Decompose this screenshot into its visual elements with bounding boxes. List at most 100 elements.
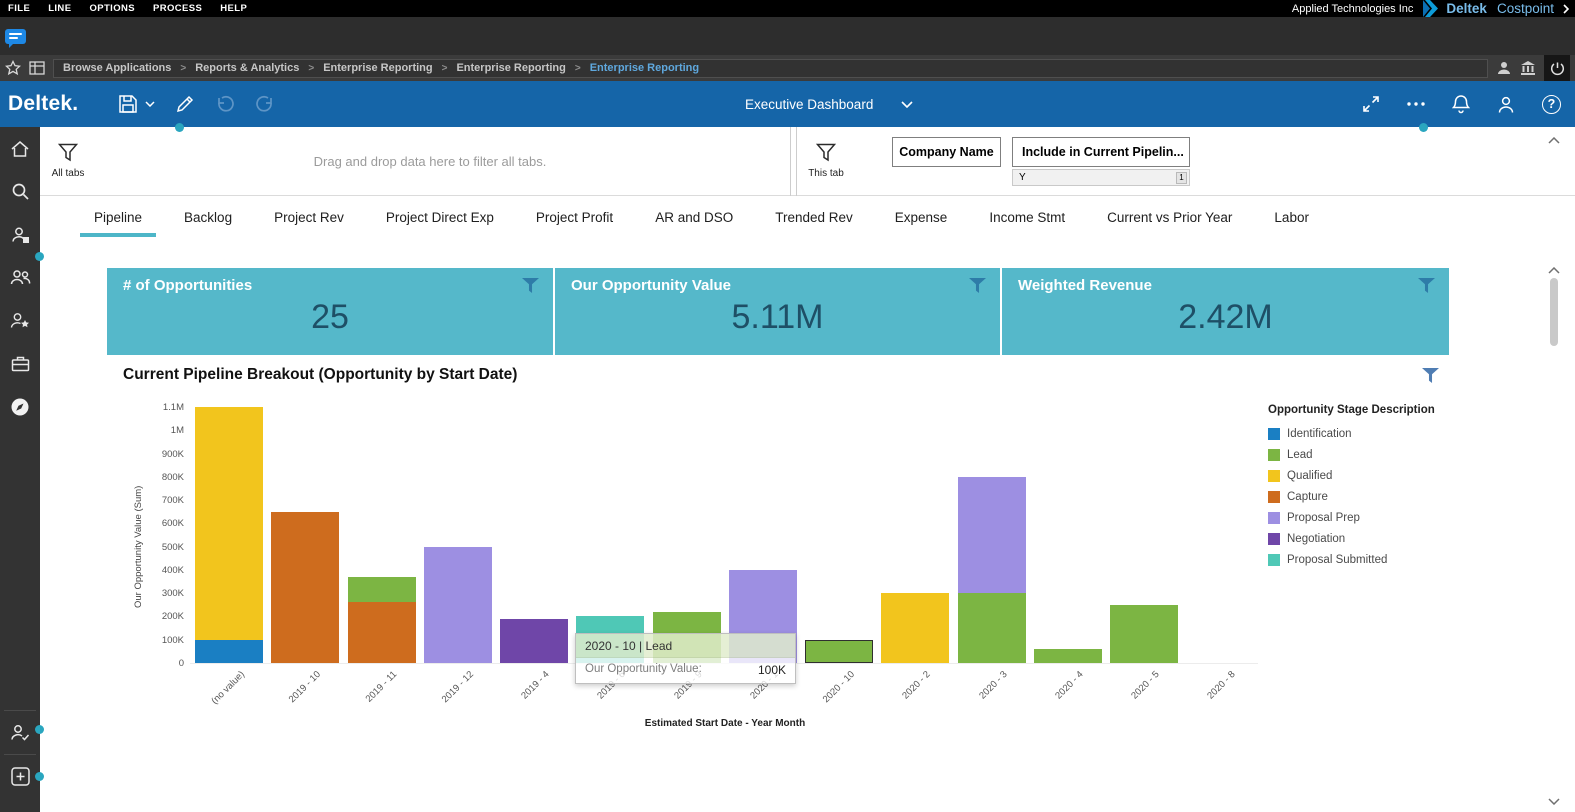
undo-button[interactable] (215, 95, 235, 113)
tab-project-profit[interactable]: Project Profit (522, 196, 627, 240)
scroll-up-mini-button[interactable] (1547, 133, 1561, 147)
edit-pencil-button[interactable] (175, 94, 195, 114)
menu-help[interactable]: HELP (220, 3, 247, 14)
legend-item-lead[interactable]: Lead (1268, 444, 1478, 465)
bar-2020-3-proposal-prep[interactable] (958, 477, 1026, 593)
x-tick-label: 2019 - 4 (519, 669, 551, 701)
this-tab-filter-icon[interactable] (816, 143, 836, 167)
breadcrumb-bar: Browse Applications>Reports & Analytics>… (0, 55, 1575, 81)
menu-process[interactable]: PROCESS (153, 3, 202, 14)
legend-item-negotiation[interactable]: Negotiation (1268, 528, 1478, 549)
menu-file[interactable]: FILE (8, 3, 30, 14)
legend-item-proposal-submitted[interactable]: Proposal Submitted (1268, 549, 1478, 570)
breadcrumb-separator: > (308, 63, 314, 74)
bar-2019-12-proposal-prep[interactable] (424, 547, 492, 663)
help-icon[interactable]: ? (1542, 95, 1561, 114)
user-star-icon[interactable] (0, 299, 40, 342)
y-axis-tick: 800K (118, 472, 184, 483)
bar-2020-10-lead[interactable] (805, 640, 873, 663)
tab-project-direct-exp[interactable]: Project Direct Exp (372, 196, 508, 240)
tab-backlog[interactable]: Backlog (170, 196, 246, 240)
organization-icon[interactable] (1520, 61, 1536, 76)
legend-items: IdentificationLeadQualifiedCapturePropos… (1268, 423, 1478, 570)
breadcrumb-item[interactable]: Enterprise Reporting (323, 62, 432, 74)
expand-icon[interactable] (1362, 95, 1380, 113)
breadcrumb-current: Enterprise Reporting (590, 62, 699, 74)
notifications-bell-icon[interactable] (1452, 94, 1470, 114)
teal-indicator-dot[interactable] (175, 123, 184, 132)
kpi-filter-icon[interactable] (522, 278, 539, 293)
more-options-icon[interactable] (1407, 102, 1425, 106)
filter-value-chip[interactable]: Y 1 (1012, 169, 1190, 186)
dashboard-selector[interactable]: Executive Dashboard (745, 81, 913, 127)
teal-indicator-dot[interactable] (35, 772, 44, 781)
user-check-icon[interactable] (0, 711, 40, 754)
scroll-up-button[interactable] (1547, 263, 1561, 277)
bar-2019-10-capture[interactable] (271, 512, 339, 663)
bar-2020-2-qualified[interactable] (881, 593, 949, 663)
search-icon[interactable] (0, 170, 40, 213)
menu-options[interactable]: OPTIONS (89, 3, 135, 14)
brand-costpoint: Costpoint (1497, 1, 1554, 16)
tooltip-body: Our Opportunity Value: 100K (576, 658, 795, 683)
tab-income-stmt[interactable]: Income Stmt (975, 196, 1079, 240)
teal-indicator-dot[interactable] (1419, 123, 1428, 132)
apps-grid-icon[interactable] (29, 61, 45, 75)
breadcrumb-item[interactable]: Browse Applications (63, 62, 171, 74)
filter-chip-include-pipeline[interactable]: Include in Current Pipelin... (1012, 137, 1190, 167)
chevron-right-icon[interactable] (1562, 4, 1570, 14)
bar-2019-11-capture[interactable] (348, 602, 416, 663)
bar-2020-5-lead[interactable] (1110, 605, 1178, 663)
tab-ar-and-dso[interactable]: AR and DSO (641, 196, 747, 240)
menu-line[interactable]: LINE (48, 3, 71, 14)
legend-label: Proposal Submitted (1287, 554, 1387, 566)
legend-item-proposal-prep[interactable]: Proposal Prep (1268, 507, 1478, 528)
breadcrumb-item[interactable]: Enterprise Reporting (456, 62, 565, 74)
breadcrumb-item[interactable]: Reports & Analytics (195, 62, 299, 74)
bar-2019-4-negotiation[interactable] (500, 619, 568, 663)
chart-tooltip: 2020 - 10 | Lead Our Opportunity Value: … (575, 633, 796, 684)
tab-labor[interactable]: Labor (1260, 196, 1323, 240)
tab-project-rev[interactable]: Project Rev (260, 196, 358, 240)
tab-expense[interactable]: Expense (881, 196, 962, 240)
scroll-down-button[interactable] (1547, 794, 1561, 808)
teal-indicator-dot[interactable] (35, 252, 44, 261)
filter-splitter[interactable] (790, 127, 797, 196)
breadcrumb: Browse Applications>Reports & Analytics>… (53, 59, 1488, 78)
kpi-filter-icon[interactable] (969, 278, 986, 293)
redo-button[interactable] (255, 95, 275, 113)
bar-no-value-identification[interactable] (195, 640, 263, 663)
chat-icon[interactable] (5, 29, 27, 53)
users-icon[interactable] (0, 256, 40, 299)
tab-trended-rev[interactable]: Trended Rev (761, 196, 867, 240)
bar-2020-3-lead[interactable] (958, 593, 1026, 663)
legend-swatch (1268, 512, 1280, 524)
filter-chip-company-name[interactable]: Company Name (892, 137, 1001, 167)
legend-item-qualified[interactable]: Qualified (1268, 465, 1478, 486)
tab-pipeline[interactable]: Pipeline (80, 196, 156, 240)
user-icon[interactable] (1496, 60, 1512, 76)
all-tabs-filter-icon[interactable] (58, 143, 78, 167)
bar-2019-11-lead[interactable] (348, 577, 416, 603)
teal-indicator-dot[interactable] (35, 725, 44, 734)
legend-item-identification[interactable]: Identification (1268, 423, 1478, 444)
legend-swatch (1268, 449, 1280, 461)
bar-no-value-qualified[interactable] (195, 407, 263, 640)
profile-icon[interactable] (1497, 95, 1515, 114)
home-icon[interactable] (0, 127, 40, 170)
save-button[interactable] (118, 94, 155, 114)
briefcase-icon[interactable] (0, 342, 40, 385)
legend-item-capture[interactable]: Capture (1268, 486, 1478, 507)
add-button[interactable] (0, 755, 40, 798)
compass-icon[interactable] (0, 385, 40, 428)
tab-current-vs-prior-year[interactable]: Current vs Prior Year (1093, 196, 1246, 240)
power-icon[interactable] (1544, 55, 1570, 81)
favorites-star-icon[interactable] (5, 60, 21, 76)
chart-filter-icon[interactable] (1422, 368, 1439, 383)
kpi-filter-icon[interactable] (1418, 278, 1435, 293)
y-axis-tick: 900K (118, 449, 184, 460)
user-badge-icon[interactable] (0, 213, 40, 256)
filter-drop-hint[interactable]: Drag and drop data here to filter all ta… (190, 154, 670, 169)
scrollbar-thumb[interactable] (1550, 278, 1558, 346)
bar-2020-4-lead[interactable] (1034, 649, 1102, 663)
